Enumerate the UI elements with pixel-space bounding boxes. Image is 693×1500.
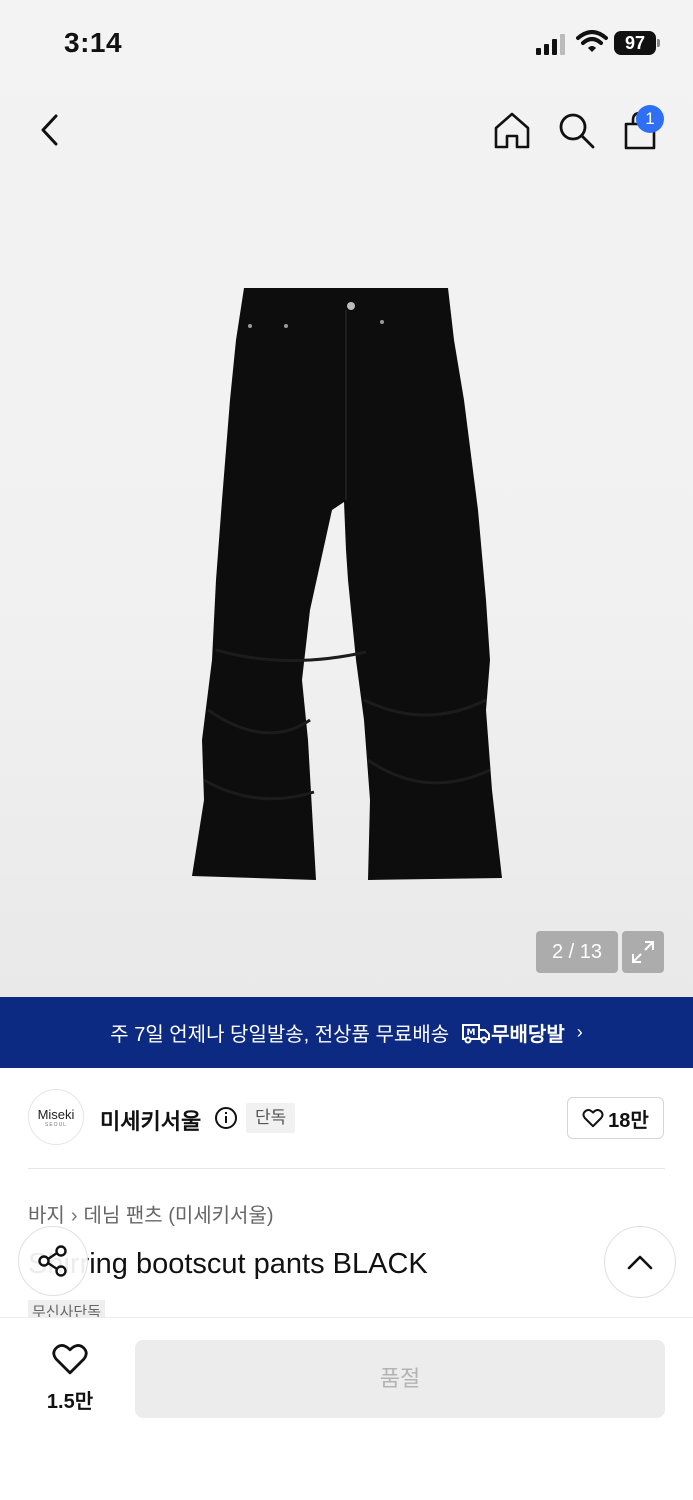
breadcrumb-category[interactable]: 바지: [28, 1205, 65, 1227]
expand-icon: [632, 941, 654, 963]
status-time: 3:14: [64, 27, 123, 58]
brand-like-button[interactable]: 18만: [567, 1097, 664, 1139]
cellular-signal-icon: [536, 34, 565, 55]
search-icon: [559, 113, 595, 149]
wifi-icon: [576, 30, 608, 52]
back-button[interactable]: [28, 108, 72, 152]
home-icon: [494, 112, 530, 149]
divider: [28, 1168, 665, 1169]
product-image: [192, 288, 502, 880]
svg-text:M: M: [467, 1028, 476, 1038]
image-counter: 2 / 13: [536, 931, 618, 973]
info-icon[interactable]: [214, 1106, 238, 1130]
free-shipping-logo-text: 무배당발: [491, 1024, 565, 1046]
favorite-count: 1.5만: [46, 1391, 94, 1413]
brand-logo-name: Miseki: [37, 1107, 75, 1122]
sold-out-button[interactable]: 품절: [135, 1340, 665, 1418]
promo-banner-text: 주 7일 언제나 당일발송, 전상품 무료배송: [110, 1024, 450, 1046]
heart-icon: [582, 1109, 604, 1128]
brand-logo[interactable]: Miseki SEOUL: [28, 1089, 84, 1145]
heart-icon: [52, 1344, 88, 1375]
cart-count-badge: 1: [636, 105, 664, 133]
search-button[interactable]: [552, 106, 600, 154]
brand-name[interactable]: 미세키서울: [100, 1104, 201, 1136]
delivery-truck-icon: M: [462, 1023, 491, 1043]
promo-banner[interactable]: 주 7일 언제나 당일발송, 전상품 무료배송 M 무배당발 ›: [0, 997, 693, 1068]
battery-icon: 97: [614, 31, 660, 55]
chevron-left-icon: [41, 114, 58, 146]
breadcrumb: 바지 › 데님 팬츠 (미세키서울): [28, 1199, 274, 1228]
scroll-to-top-button[interactable]: [604, 1226, 676, 1298]
exclusive-tag: 단독: [246, 1103, 296, 1133]
breadcrumb-subcategory[interactable]: 데님 팬츠 (미세키서울): [83, 1205, 273, 1227]
status-bar: 3:14 97: [0, 0, 693, 86]
chevron-up-icon: [627, 1255, 653, 1270]
brand-logo-sub: SEOUL: [45, 1122, 67, 1128]
brand-like-count: 18만: [608, 1109, 649, 1132]
battery-level: 97: [614, 31, 656, 55]
home-button[interactable]: [488, 106, 536, 154]
share-button[interactable]: [18, 1226, 88, 1296]
chevron-right-icon: ›: [576, 1022, 583, 1042]
expand-image-button[interactable]: [622, 931, 664, 973]
product-title: Shirring bootscut pants BLACK: [28, 1248, 428, 1280]
breadcrumb-separator: ›: [70, 1205, 78, 1227]
share-icon: [38, 1245, 67, 1277]
free-shipping-logo: M 무배당발: [461, 1018, 565, 1047]
favorite-button[interactable]: 1.5만: [30, 1342, 110, 1414]
